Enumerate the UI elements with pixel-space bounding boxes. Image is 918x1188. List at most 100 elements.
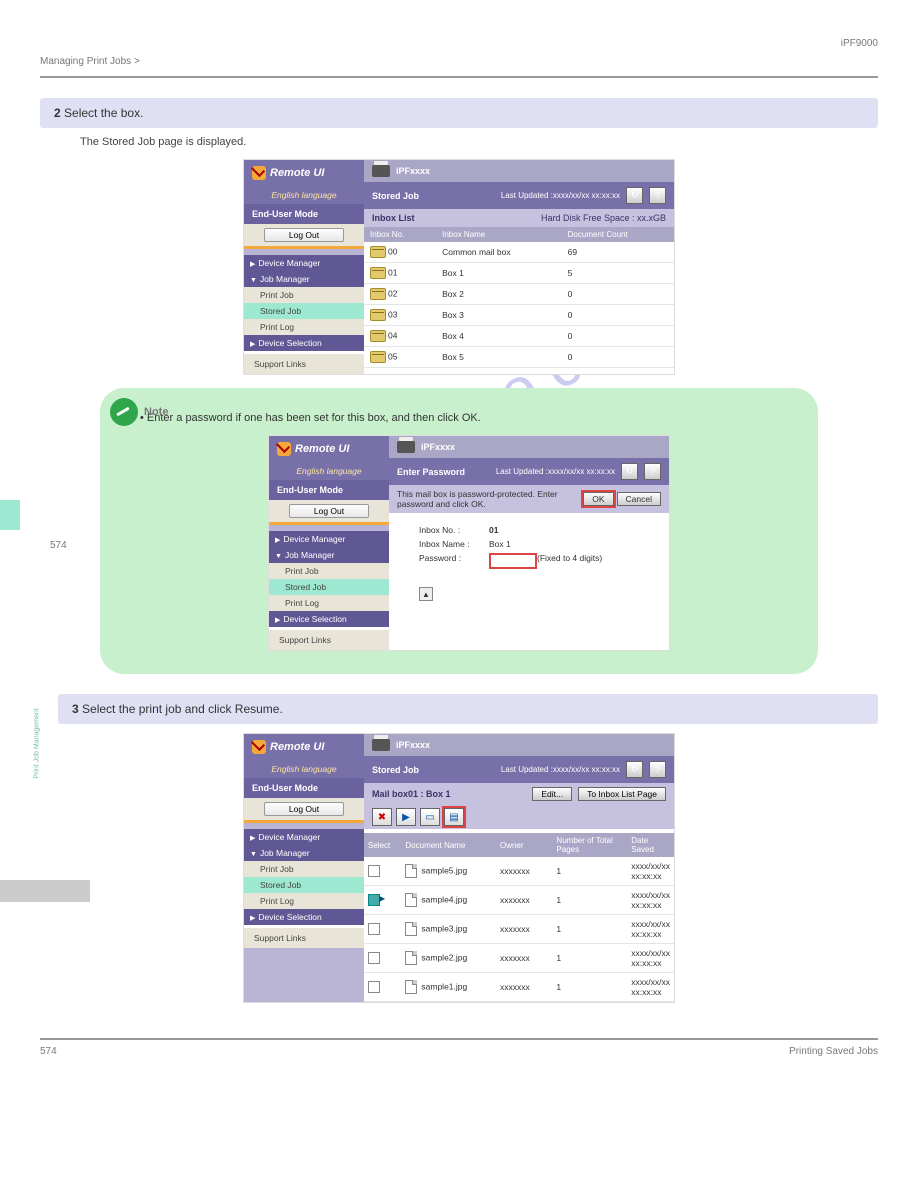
stored-job-item[interactable]: Stored Job xyxy=(244,303,364,319)
inbox-table: Inbox No. Inbox Name Document Count 00Co… xyxy=(364,227,674,368)
help-button[interactable]: ? xyxy=(644,463,661,480)
help-button[interactable]: ? xyxy=(649,187,666,204)
job-row[interactable]: sample5.jpg xxxxxxx1xxxx/xx/xx xx:xx:xx xyxy=(364,857,674,886)
print-log-item[interactable]: Print Log xyxy=(269,595,389,611)
note-item: Enter a password if one has been set for… xyxy=(147,412,481,424)
toolbar: ✖ ▶ ▭ ▤ xyxy=(364,805,674,829)
device-bar: iPFxxxx xyxy=(364,734,674,756)
language-link[interactable]: English language xyxy=(244,760,364,778)
footer-title: Printing Saved Jobs xyxy=(789,1046,878,1057)
refresh-button[interactable]: ↻ xyxy=(626,761,643,778)
select-checkbox[interactable] xyxy=(368,981,380,993)
inbox-name-value: Box 1 xyxy=(489,539,511,549)
logout-area: Log Out xyxy=(269,500,389,525)
stored-job-title: Stored Job xyxy=(372,765,419,775)
print-log-item[interactable]: Print Log xyxy=(244,893,364,909)
note-title: Note xyxy=(144,406,168,418)
inbox-row[interactable]: 05Box 50 xyxy=(364,347,674,368)
select-checkbox[interactable] xyxy=(368,894,380,906)
device-manager-menu[interactable]: Device Manager xyxy=(244,255,364,271)
device-selection-menu[interactable]: Device Selection xyxy=(269,611,389,627)
remote-ui-password-screenshot: Remote UI English language End-User Mode… xyxy=(269,436,669,650)
device-manager-menu[interactable]: Device Manager xyxy=(269,531,389,547)
job-manager-menu[interactable]: Job Manager xyxy=(269,547,389,563)
inbox-row[interactable]: 01Box 15 xyxy=(364,263,674,284)
job-row[interactable]: sample3.jpg xxxxxxx1xxxx/xx/xx xx:xx:xx xyxy=(364,915,674,944)
select-checkbox[interactable] xyxy=(368,952,380,964)
box-icon xyxy=(370,309,386,321)
header-model: iPF9000 xyxy=(841,38,878,49)
inbox-row[interactable]: 00Common mail box69 xyxy=(364,242,674,263)
inbox-row[interactable]: 03Box 30 xyxy=(364,305,674,326)
inbox-row[interactable]: 02Box 20 xyxy=(364,284,674,305)
password-label: Password : xyxy=(419,553,489,569)
col-select: Select xyxy=(364,833,401,857)
play-button[interactable]: ▶ xyxy=(396,808,416,826)
logout-area: Log Out xyxy=(244,798,364,823)
password-input[interactable] xyxy=(489,553,537,569)
mailbox-header: Mail box01 : Box 1 Edit... To Inbox List… xyxy=(364,783,674,805)
details-button[interactable]: ▭ xyxy=(420,808,440,826)
device-selection-menu[interactable]: Device Selection xyxy=(244,335,364,351)
document-icon xyxy=(405,951,417,965)
cancel-button[interactable]: Cancel xyxy=(617,492,661,506)
language-link[interactable]: English language xyxy=(244,186,364,204)
col-inbox-name: Inbox Name xyxy=(436,227,562,242)
step-3-text: Select the print job and click Resume. xyxy=(82,702,283,716)
document-icon xyxy=(405,922,417,936)
step-2-bar: 2 Select the box. xyxy=(40,98,878,128)
logout-button[interactable]: Log Out xyxy=(264,228,344,242)
scroll-top-icon[interactable]: ▲ xyxy=(419,587,433,601)
print-log-item[interactable]: Print Log xyxy=(244,319,364,335)
remote-ui-logo: Remote UI xyxy=(244,734,364,760)
language-link[interactable]: English language xyxy=(269,462,389,480)
delete-button[interactable]: ✖ xyxy=(372,808,392,826)
job-row[interactable]: sample2.jpg xxxxxxx1xxxx/xx/xx xx:xx:xx xyxy=(364,944,674,973)
inbox-row[interactable]: 04Box 40 xyxy=(364,326,674,347)
stored-job-item[interactable]: Stored Job xyxy=(269,579,389,595)
logout-button[interactable]: Log Out xyxy=(289,504,369,518)
box-icon xyxy=(370,288,386,300)
device-bar: iPFxxxx xyxy=(364,160,674,182)
to-inbox-list-button[interactable]: To Inbox List Page xyxy=(578,787,666,801)
support-links[interactable]: Support Links xyxy=(244,351,364,374)
enter-password-title: Enter Password xyxy=(397,467,465,477)
select-checkbox[interactable] xyxy=(368,865,380,877)
last-updated: Last Updated :xxxx/xx/xx xx:xx:xx xyxy=(496,467,615,476)
box-icon xyxy=(370,330,386,342)
box-icon xyxy=(370,246,386,258)
refresh-button[interactable]: ↻ xyxy=(621,463,638,480)
print-job-item[interactable]: Print Job xyxy=(269,563,389,579)
help-button[interactable]: ? xyxy=(649,761,666,778)
device-bar: iPFxxxx xyxy=(389,436,669,458)
support-links[interactable]: Support Links xyxy=(269,627,389,650)
document-icon xyxy=(405,893,417,907)
step-3-bar: 3 Select the print job and click Resume. xyxy=(58,694,878,724)
print-job-item[interactable]: Print Job xyxy=(244,861,364,877)
printer-icon xyxy=(372,739,390,751)
resume-button[interactable]: ▤ xyxy=(444,808,464,826)
device-manager-menu[interactable]: Device Manager xyxy=(244,829,364,845)
job-manager-menu[interactable]: Job Manager xyxy=(244,845,364,861)
stored-job-item[interactable]: Stored Job xyxy=(244,877,364,893)
edit-button[interactable]: Edit... xyxy=(532,787,572,801)
select-checkbox[interactable] xyxy=(368,923,380,935)
user-mode-label: End-User Mode xyxy=(244,778,364,798)
document-icon xyxy=(405,864,417,878)
user-mode-label: End-User Mode xyxy=(244,204,364,224)
print-job-item[interactable]: Print Job xyxy=(244,287,364,303)
refresh-button[interactable]: ↻ xyxy=(626,187,643,204)
doc-header: iPF9000 Managing Print Jobs > xyxy=(40,20,878,78)
side-label: Print Job Management xyxy=(34,708,41,778)
job-manager-menu[interactable]: Job Manager xyxy=(244,271,364,287)
logout-button[interactable]: Log Out xyxy=(264,802,344,816)
job-row[interactable]: sample1.jpg xxxxxxx1xxxx/xx/xx xx:xx:xx xyxy=(364,973,674,1002)
col-inbox-no: Inbox No. xyxy=(364,227,436,242)
device-selection-menu[interactable]: Device Selection xyxy=(244,909,364,925)
remote-ui-logo: Remote UI xyxy=(244,160,364,186)
ok-button[interactable]: OK xyxy=(583,492,613,506)
inbox-no-value: 01 xyxy=(489,525,498,535)
step-2-text: Select the box. xyxy=(64,106,143,120)
job-row[interactable]: sample4.jpg xxxxxxx1xxxx/xx/xx xx:xx:xx xyxy=(364,886,674,915)
support-links[interactable]: Support Links xyxy=(244,925,364,948)
